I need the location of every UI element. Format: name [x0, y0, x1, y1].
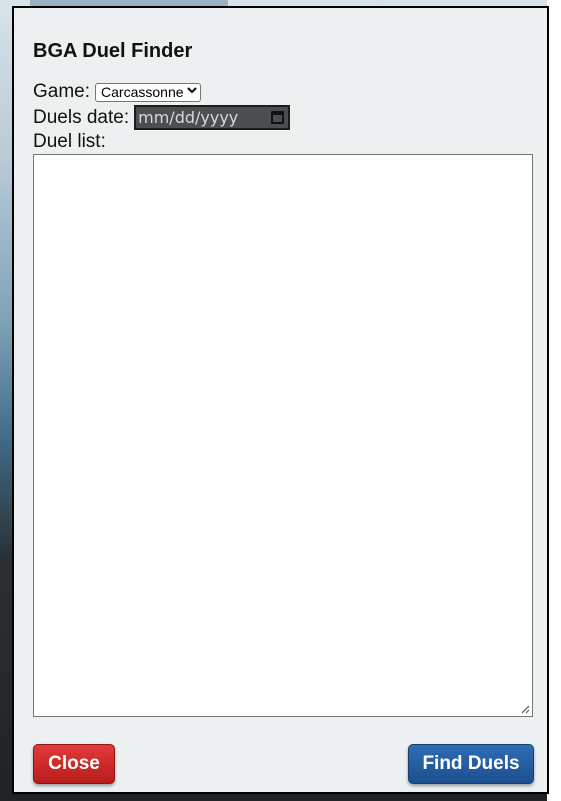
- game-label: Game:: [33, 81, 91, 102]
- close-button[interactable]: Close: [33, 744, 115, 784]
- duel-list-textarea[interactable]: [33, 154, 533, 717]
- date-placeholder: mm/dd/yyyy: [138, 107, 239, 127]
- find-duels-button[interactable]: Find Duels: [408, 744, 534, 784]
- duel-list-label: Duel list:: [33, 131, 106, 152]
- background-strip: [547, 0, 561, 801]
- game-select[interactable]: Carcassonne: [95, 82, 201, 102]
- list-row: Duel list:: [33, 130, 111, 154]
- date-label: Duels date:: [33, 106, 130, 128]
- duels-date-input[interactable]: mm/dd/yyyy: [134, 105, 291, 130]
- calendar-icon[interactable]: [271, 111, 285, 124]
- chevron-down-icon: [186, 87, 197, 97]
- game-row: Game: Carcassonne: [33, 80, 201, 104]
- date-row: Duels date: mm/dd/yyyy: [33, 105, 291, 130]
- duel-finder-dialog: BGA Duel Finder Game: Carcassonne Duels …: [12, 6, 549, 794]
- game-select-value: Carcassonne: [101, 84, 184, 100]
- dialog-title: BGA Duel Finder: [33, 40, 193, 62]
- resize-grip-icon[interactable]: [521, 705, 530, 714]
